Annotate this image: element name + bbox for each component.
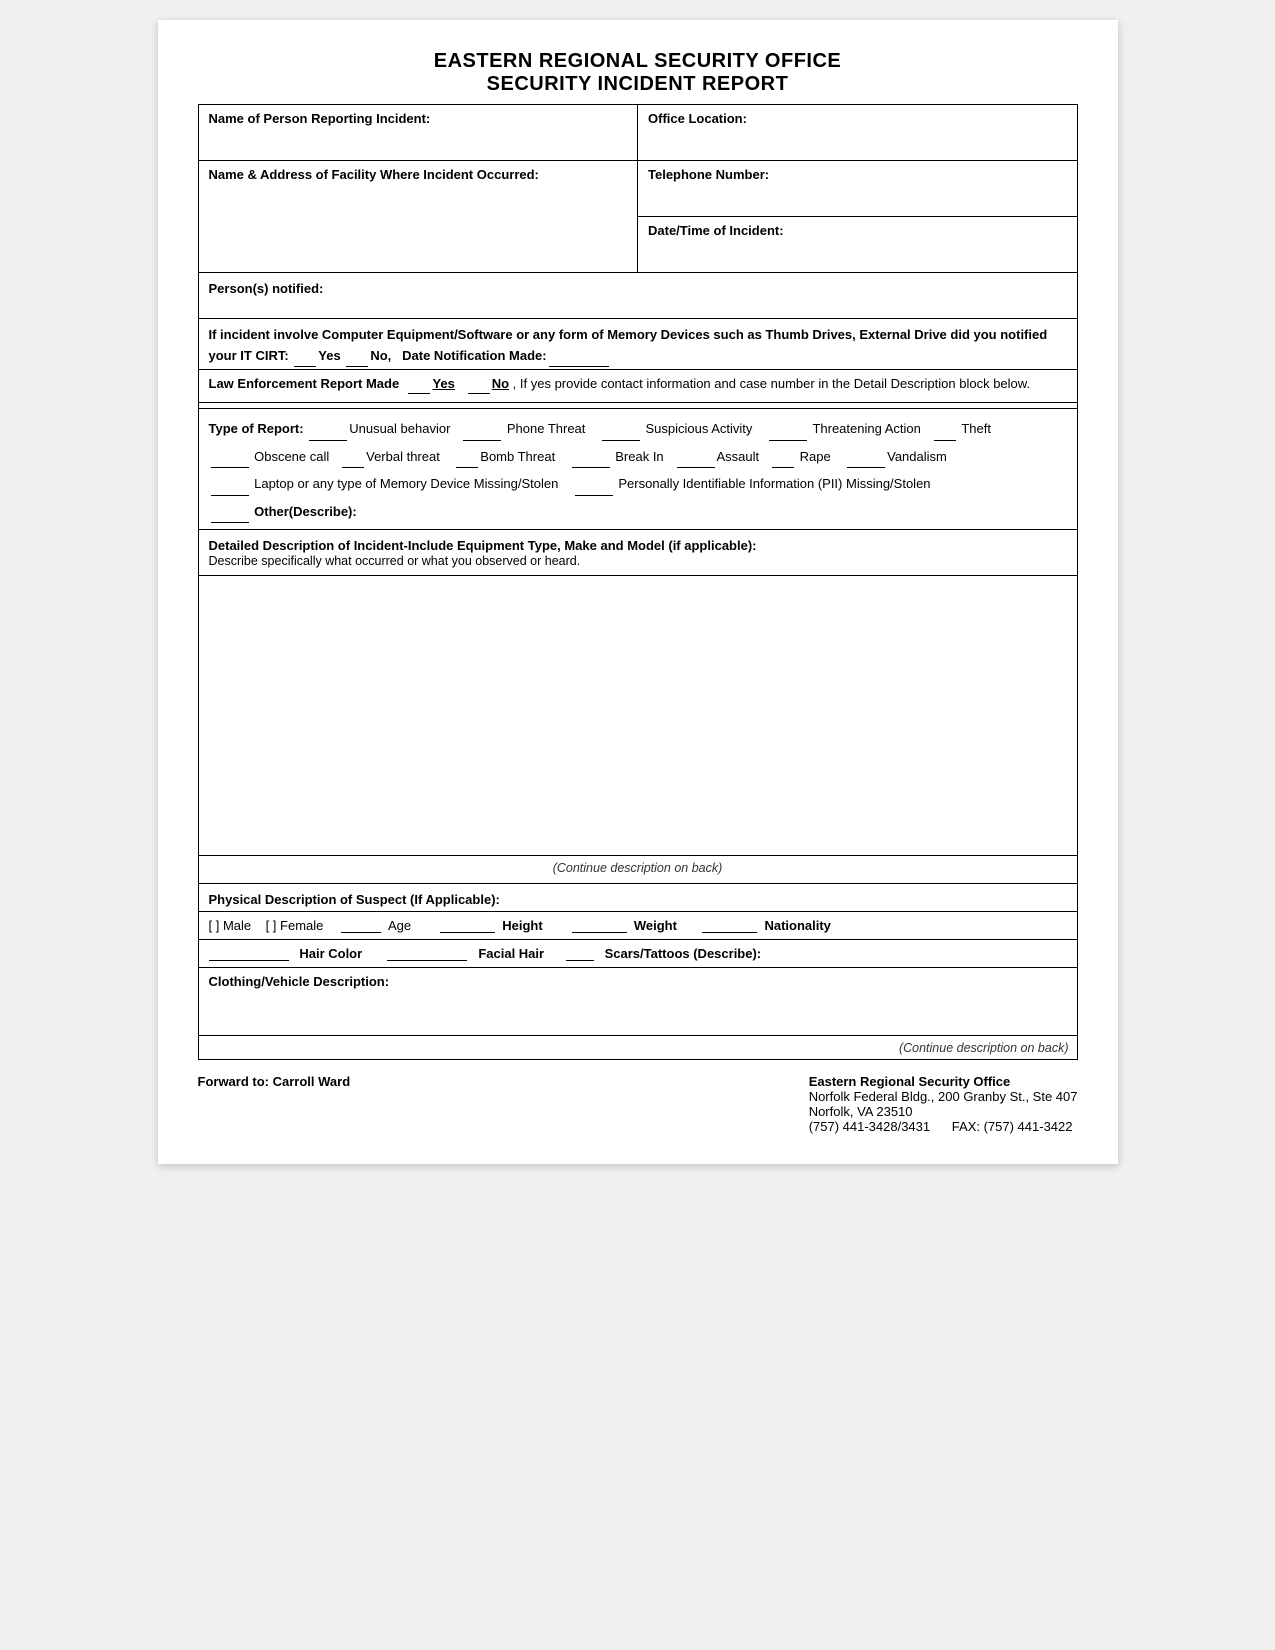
type-report-row3: Laptop or any type of Memory Device Miss… xyxy=(209,472,1067,495)
row-detail-desc-area xyxy=(198,575,1077,855)
facial-hair-label: Facial Hair xyxy=(478,946,544,961)
detail-desc-label: Detailed Description of Incident-Include… xyxy=(209,538,1067,568)
footer-section: Forward to: Carroll Ward Eastern Regiona… xyxy=(198,1074,1078,1134)
office-location-value[interactable] xyxy=(648,126,1067,154)
telephone-label: Telephone Number: xyxy=(648,167,769,182)
law-yes-blank xyxy=(408,393,430,394)
physical-desc-label: Physical Description of Suspect (If Appl… xyxy=(209,892,500,907)
org-contact: (757) 441-3428/3431 FAX: (757) 441-3422 xyxy=(809,1119,1078,1134)
org-phone: (757) 441-3428/3431 xyxy=(809,1119,930,1134)
type-report-row1: Type of Report: Unusual behavior Phone T… xyxy=(209,417,1067,440)
row-facility: Name & Address of Facility Where Inciden… xyxy=(198,161,1077,217)
form-table: Name of Person Reporting Incident: Offic… xyxy=(198,104,1078,1060)
row-detail-desc-header: Detailed Description of Incident-Include… xyxy=(198,529,1077,575)
it-cirt-no-blank xyxy=(346,366,368,367)
datetime-label: Date/Time of Incident: xyxy=(648,223,784,238)
office-location-cell: Office Location: xyxy=(638,105,1078,161)
clothing-value[interactable] xyxy=(209,989,1067,1029)
org-fax: FAX: (757) 441-3422 xyxy=(952,1119,1073,1134)
row-continue-back: (Continue description on back) xyxy=(198,1035,1077,1059)
scars-label: Scars/Tattoos (Describe): xyxy=(605,946,762,961)
continue-desc-text: (Continue description on back) xyxy=(553,861,723,875)
it-cirt-text: If incident involve Computer Equipment/S… xyxy=(209,325,1067,367)
datetime-cell: Date/Time of Incident: xyxy=(638,217,1078,273)
telephone-value[interactable] xyxy=(648,182,1067,210)
row-suspect-hair: Hair Color Facial Hair Scars/Tattoos (De… xyxy=(198,939,1077,967)
detail-desc-header-cell: Detailed Description of Incident-Include… xyxy=(198,529,1077,575)
page: EASTERN REGIONAL SECURITY OFFICE SECURIT… xyxy=(158,20,1118,1164)
clothing-cell: Clothing/Vehicle Description: xyxy=(198,967,1077,1035)
continue-desc-cell: (Continue description on back) xyxy=(198,855,1077,883)
persons-notified-value[interactable] xyxy=(209,296,1067,310)
facility-cell: Name & Address of Facility Where Inciden… xyxy=(198,161,638,273)
hair-color-label: Hair Color xyxy=(299,946,362,961)
title-line1: EASTERN REGIONAL SECURITY OFFICE xyxy=(198,50,1078,73)
org-address2: Norfolk, VA 23510 xyxy=(809,1104,1078,1119)
age-label: Age xyxy=(388,918,411,933)
office-location-label: Office Location: xyxy=(648,111,747,126)
row-type-report: Type of Report: Unusual behavior Phone T… xyxy=(198,409,1077,530)
type-report-row2: Obscene call Verbal threat Bomb Threat B… xyxy=(209,445,1067,468)
law-no-blank xyxy=(468,393,490,394)
row-name-office: Name of Person Reporting Incident: Offic… xyxy=(198,105,1077,161)
row-persons-notified: Person(s) notified: xyxy=(198,273,1077,319)
clothing-label: Clothing/Vehicle Description: xyxy=(209,974,390,989)
male-label: [ ] Male xyxy=(209,918,252,933)
telephone-cell: Telephone Number: xyxy=(638,161,1078,217)
physical-header-cell: Physical Description of Suspect (If Appl… xyxy=(198,883,1077,911)
suspect-gender-cell: [ ] Male [ ] Female Age Height Weight Na… xyxy=(198,911,1077,939)
type-report-row4: Other(Describe): xyxy=(209,500,1067,523)
row-clothing: Clothing/Vehicle Description: xyxy=(198,967,1077,1035)
org-name: Eastern Regional Security Office xyxy=(809,1074,1078,1089)
law-enforcement-cell: Law Enforcement Report Made Yes No , If … xyxy=(198,369,1077,403)
female-label: [ ] Female xyxy=(266,918,324,933)
name-person-label: Name of Person Reporting Incident: xyxy=(209,111,431,126)
suspect-hair-cell: Hair Color Facial Hair Scars/Tattoos (De… xyxy=(198,939,1077,967)
datetime-value[interactable] xyxy=(648,238,1067,266)
row-it-cirt: If incident involve Computer Equipment/S… xyxy=(198,319,1077,370)
height-label: Height xyxy=(502,918,542,933)
nationality-label: Nationality xyxy=(764,918,830,933)
name-person-value[interactable] xyxy=(209,126,628,154)
continue-back-text: (Continue description on back) xyxy=(899,1041,1069,1055)
row-physical-header: Physical Description of Suspect (If Appl… xyxy=(198,883,1077,911)
name-person-cell: Name of Person Reporting Incident: xyxy=(198,105,638,161)
facility-value[interactable] xyxy=(209,182,628,232)
title-block: EASTERN REGIONAL SECURITY OFFICE SECURIT… xyxy=(198,50,1078,96)
footer-forward-to: Forward to: Carroll Ward xyxy=(198,1074,351,1089)
detail-desc-area-cell[interactable] xyxy=(198,575,1077,855)
weight-label: Weight xyxy=(634,918,677,933)
facility-label: Name & Address of Facility Where Inciden… xyxy=(209,167,539,182)
it-cirt-cell: If incident involve Computer Equipment/S… xyxy=(198,319,1077,370)
footer-org-info: Eastern Regional Security Office Norfolk… xyxy=(809,1074,1078,1134)
it-cirt-yes-blank xyxy=(294,366,316,367)
row-continue-desc: (Continue description on back) xyxy=(198,855,1077,883)
type-report-cell: Type of Report: Unusual behavior Phone T… xyxy=(198,409,1077,530)
row-suspect-gender: [ ] Male [ ] Female Age Height Weight Na… xyxy=(198,911,1077,939)
continue-back-cell: (Continue description on back) xyxy=(198,1035,1077,1059)
persons-notified-cell: Person(s) notified: xyxy=(198,273,1077,319)
it-cirt-date-blank xyxy=(549,366,609,367)
org-address1: Norfolk Federal Bldg., 200 Granby St., S… xyxy=(809,1089,1078,1104)
title-line2: SECURITY INCIDENT REPORT xyxy=(198,73,1078,96)
row-law-enforcement: Law Enforcement Report Made Yes No , If … xyxy=(198,369,1077,403)
persons-notified-label: Person(s) notified: xyxy=(209,281,324,296)
law-enforcement-text: Law Enforcement Report Made Yes No , If … xyxy=(209,374,1067,395)
